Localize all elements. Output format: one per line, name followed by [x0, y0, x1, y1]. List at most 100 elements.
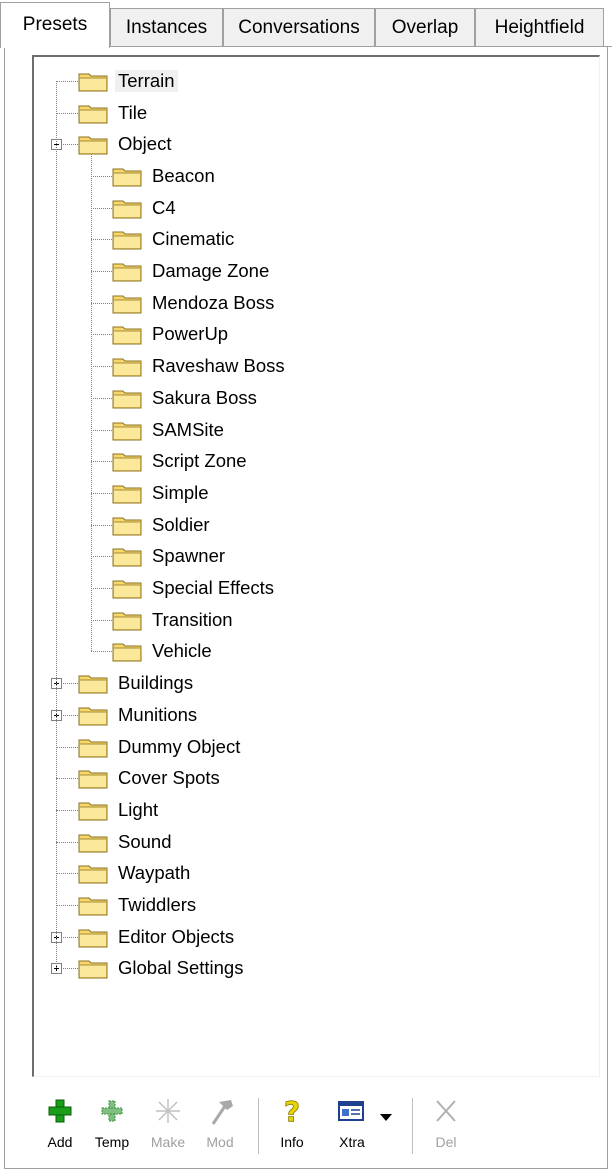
folder-icon: [112, 517, 142, 536]
tree-child-item[interactable]: Damage Zone: [112, 256, 272, 286]
folder-icon: [78, 960, 108, 979]
tree-item-label: Mendoza Boss: [152, 291, 275, 313]
xtra-label: Xtra: [339, 1134, 365, 1150]
tree-item[interactable]: Sound: [78, 827, 175, 857]
make-button[interactable]: Make: [142, 1088, 194, 1166]
folder-icon: [112, 580, 142, 599]
add-plus-icon: [48, 1099, 72, 1123]
tree-child-item[interactable]: Raveshaw Boss: [112, 351, 288, 381]
tree-connector: [91, 524, 112, 526]
del-label: Del: [435, 1134, 457, 1150]
tab-instances[interactable]: Instances: [110, 8, 223, 46]
temp-button[interactable]: Temp: [86, 1088, 138, 1166]
info-label: Info: [280, 1134, 304, 1150]
tree-connector: [91, 207, 112, 209]
tree-item[interactable]: Object: [78, 129, 174, 159]
tree-item[interactable]: Cover Spots: [78, 763, 223, 793]
mod-button[interactable]: Mod: [194, 1088, 246, 1166]
tree-item[interactable]: Dummy Object: [78, 732, 243, 762]
tree-connector: [56, 778, 78, 780]
tree-item-label: Cinematic: [152, 228, 235, 250]
tree-item-label: Buildings: [118, 672, 194, 694]
del-button[interactable]: Del: [420, 1088, 472, 1166]
tree-connector: [91, 302, 112, 304]
tree-item[interactable]: Munitions: [78, 700, 200, 730]
tab-overlap[interactable]: Overlap: [375, 8, 475, 46]
tree-child-item[interactable]: Spawner: [112, 541, 228, 571]
folder-icon: [112, 548, 142, 567]
tree-item-label: SAMSite: [152, 418, 224, 440]
tree-connector: [56, 80, 78, 82]
folder-icon: [112, 263, 142, 282]
xtra-button[interactable]: Xtra: [326, 1088, 378, 1166]
tree-item-label: Terrain: [115, 69, 178, 92]
tree-child-item[interactable]: C4: [112, 193, 179, 223]
tab-conversations[interactable]: Conversations: [223, 8, 375, 46]
presets-tree[interactable]: Terrain Tile Object Beacon C4 Cinematic Damage…: [32, 55, 600, 1077]
tree-child-item[interactable]: Transition: [112, 605, 236, 635]
folder-icon: [78, 105, 108, 124]
temp-label: Temp: [94, 1134, 130, 1150]
tree-child-item[interactable]: PowerUp: [112, 319, 231, 349]
make-label: Make: [150, 1134, 186, 1150]
chevron-down-icon: [380, 1114, 392, 1121]
tree-connector: [91, 175, 112, 177]
tree-item-label: C4: [152, 196, 176, 218]
add-label: Add: [47, 1134, 73, 1150]
tree-item[interactable]: Terrain: [78, 66, 178, 96]
xtra-dropdown-button[interactable]: [374, 1088, 398, 1166]
tree-item[interactable]: Buildings: [78, 668, 196, 698]
tree-item[interactable]: Twiddlers: [78, 890, 199, 920]
tree-child-item[interactable]: Special Effects: [112, 573, 277, 603]
folder-icon: [78, 770, 108, 789]
temp-plus-icon: [101, 1100, 123, 1122]
tree-child-item[interactable]: Soldier: [112, 510, 213, 540]
tree-item-label: Damage Zone: [152, 260, 270, 282]
tree-item-label: Sakura Boss: [152, 386, 257, 408]
toolbar-separator: [412, 1098, 414, 1154]
tree-child-item[interactable]: Script Zone: [112, 446, 250, 476]
tree-connector: [91, 239, 112, 241]
tab-heightfield[interactable]: Heightfield: [475, 8, 604, 46]
tree-item-label: Simple: [152, 481, 209, 503]
tree-item[interactable]: Tile: [78, 98, 150, 128]
tree-child-item[interactable]: Beacon: [112, 161, 218, 191]
folder-icon: [78, 73, 108, 92]
preset-toolbar: Add Temp Make Mod ? Info Xtra Del: [34, 1088, 594, 1166]
tree-item-label: Light: [118, 798, 159, 820]
tree-item[interactable]: Editor Objects: [78, 922, 237, 952]
tree-item-label: Object: [118, 133, 172, 155]
tree-child-item[interactable]: Cinematic: [112, 224, 237, 254]
tree-connector: [56, 80, 57, 969]
add-button[interactable]: Add: [34, 1088, 86, 1166]
folder-icon: [78, 802, 108, 821]
tree-item-label: Soldier: [152, 513, 210, 535]
tree-item[interactable]: Waypath: [78, 858, 193, 888]
tab-strip: Presets Instances Conversations Overlap …: [0, 0, 612, 48]
tree-item-label: Global Settings: [118, 957, 244, 979]
tree-child-item[interactable]: SAMSite: [112, 415, 227, 445]
tree-item[interactable]: Light: [78, 795, 161, 825]
xtra-window-icon: [338, 1101, 364, 1121]
tree-connector: [91, 588, 112, 590]
tree-item-label: Munitions: [118, 703, 198, 725]
tree-child-item[interactable]: Sakura Boss: [112, 383, 260, 413]
tree-connector: [91, 271, 112, 273]
tree-item-label: Vehicle: [152, 640, 212, 662]
tree-connector: [91, 619, 112, 621]
toolbar-separator: [258, 1098, 260, 1154]
info-question-icon: ?: [283, 1095, 300, 1129]
folder-icon: [112, 390, 142, 409]
tree-child-item[interactable]: Mendoza Boss: [112, 288, 277, 318]
tree-item[interactable]: Global Settings: [78, 953, 246, 983]
tree-connector: [91, 461, 112, 463]
info-button[interactable]: ? Info: [266, 1088, 318, 1166]
tree-item-label: Transition: [152, 608, 233, 630]
folder-icon: [112, 200, 142, 219]
make-sparkle-icon: [156, 1099, 180, 1123]
tree-child-item[interactable]: Vehicle: [112, 636, 215, 666]
tree-child-item[interactable]: Simple: [112, 478, 212, 508]
tree-connector: [91, 334, 112, 336]
svg-text:?: ?: [284, 1095, 300, 1128]
tab-presets[interactable]: Presets: [0, 2, 110, 48]
